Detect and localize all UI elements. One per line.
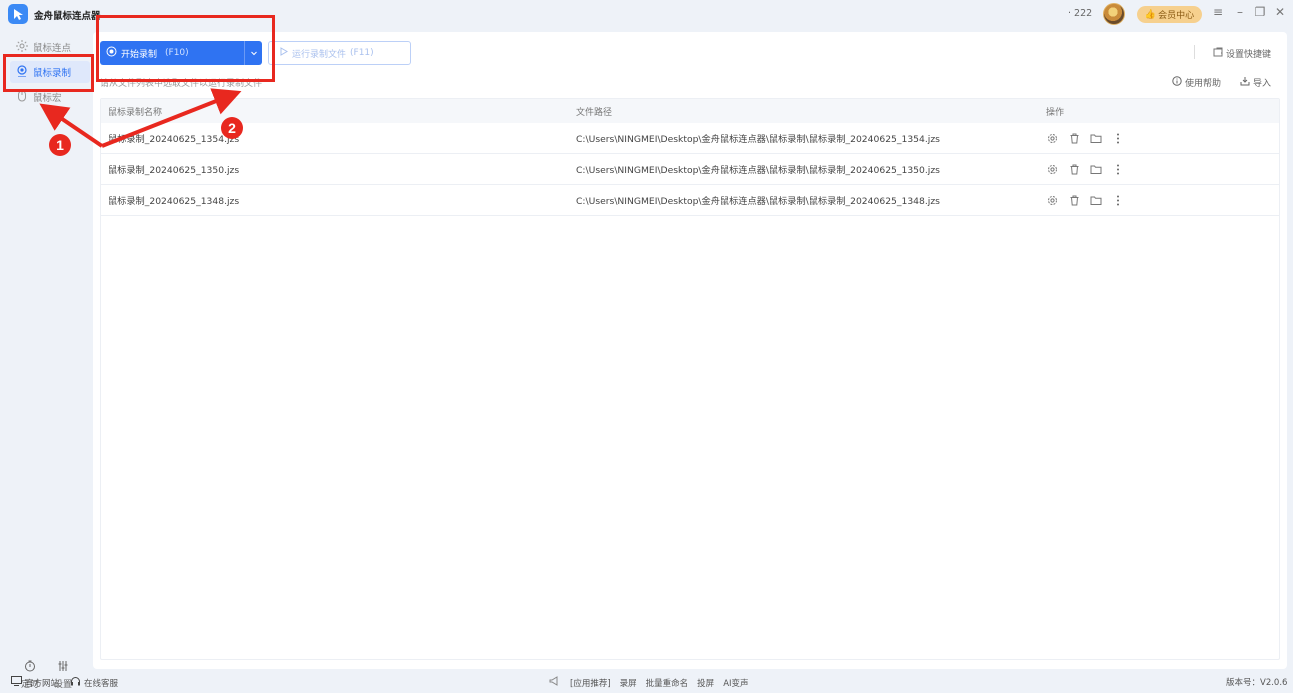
import-label: 导入 xyxy=(1252,79,1271,89)
settings-icon[interactable] xyxy=(1046,132,1058,144)
shortcut-icon xyxy=(1213,47,1223,60)
promo-link-ai-voice[interactable]: AI变声 xyxy=(723,677,748,689)
table-row[interactable]: 鼠标录制_20240625_1348.jzs C:\Users\NINGMEI\… xyxy=(101,185,1279,216)
restore-icon[interactable]: ❐ xyxy=(1252,5,1268,19)
minimize-icon[interactable]: – xyxy=(1232,5,1248,19)
file-name: 鼠标录制_20240625_1354.jzs xyxy=(108,134,240,145)
thumb-icon: 👍 xyxy=(1144,9,1157,20)
trash-icon[interactable] xyxy=(1068,194,1080,206)
set-shortcut-label: 设置快捷键 xyxy=(1225,50,1271,60)
app-title: 金舟鼠标连点器 xyxy=(34,11,101,22)
table-header: 鼠标录制名称 文件路径 操作 xyxy=(101,99,1279,123)
megaphone-icon xyxy=(549,676,561,689)
settings-icon[interactable] xyxy=(1046,194,1058,206)
more-icon[interactable] xyxy=(1112,194,1124,206)
online-service-label: 在线客服 xyxy=(84,679,119,689)
table-row[interactable]: 鼠标录制_20240625_1350.jzs C:\Users\NINGMEI\… xyxy=(101,154,1279,185)
more-icon[interactable] xyxy=(1112,163,1124,175)
promo-label: [应用推荐] xyxy=(570,678,611,689)
row-actions xyxy=(1046,123,1124,153)
folder-icon[interactable] xyxy=(1090,132,1102,144)
points-value: 222 xyxy=(1074,8,1093,19)
file-path: C:\Users\NINGMEI\Desktop\金舟鼠标连点器\鼠标录制\鼠标… xyxy=(576,134,940,145)
settings-icon[interactable] xyxy=(1046,163,1058,175)
divider xyxy=(1194,45,1195,59)
menu-icon[interactable]: ≡ xyxy=(1210,5,1226,19)
run-record-label: 运行录制文件 xyxy=(292,49,347,60)
online-service-link[interactable]: 在线客服 xyxy=(70,676,118,690)
vip-center-button[interactable]: 👍 会员中心 xyxy=(1137,6,1202,23)
click-icon xyxy=(16,39,28,55)
folder-icon[interactable] xyxy=(1090,194,1102,206)
header-path: 文件路径 xyxy=(576,107,613,118)
help-button[interactable]: 使用帮助 xyxy=(1172,76,1221,89)
header-name: 鼠标录制名称 xyxy=(108,107,163,118)
play-icon xyxy=(279,47,288,59)
annotation-badge-1: 1 xyxy=(49,134,71,156)
app-window: 金舟鼠标连点器 · 222 👍 会员中心 ≡ – ❐ ✕ 鼠标连点 鼠标录制 鼠… xyxy=(0,0,1293,693)
header-actions: 操作 xyxy=(1046,107,1065,118)
version-label: 版本号：V2.0.6 xyxy=(1226,678,1288,688)
row-actions xyxy=(1046,154,1124,184)
avatar[interactable] xyxy=(1103,3,1125,25)
file-path: C:\Users\NINGMEI\Desktop\金舟鼠标连点器\鼠标录制\鼠标… xyxy=(576,196,940,207)
official-website-link[interactable]: 官方网站 xyxy=(11,676,59,689)
monitor-icon xyxy=(11,676,22,689)
sidebar-item-label: 鼠标连点 xyxy=(33,43,72,54)
trash-icon[interactable] xyxy=(1068,132,1080,144)
promo-link-screen-record[interactable]: 录屏 xyxy=(620,677,637,689)
points-count: · 222 xyxy=(1068,8,1093,19)
headset-icon xyxy=(70,676,81,690)
trash-icon[interactable] xyxy=(1068,163,1080,175)
main-panel: 开始录制 (F10) 运行录制文件 (F11) 请从文件列表中选取文件以运行录制… xyxy=(93,32,1287,669)
annotation-box-start-button xyxy=(96,15,275,82)
sidebar-item-label: 鼠标宏 xyxy=(33,93,62,104)
import-button[interactable]: 导入 xyxy=(1240,76,1271,89)
annotation-badge-2: 2 xyxy=(221,117,243,139)
sidebar: 鼠标连点 鼠标录制 鼠标宏 定时 设置 xyxy=(0,28,93,690)
close-icon[interactable]: ✕ xyxy=(1272,5,1288,19)
run-record-shortcut: (F11) xyxy=(350,48,374,58)
official-website-label: 官方网站 xyxy=(25,678,60,689)
table-row[interactable]: 鼠标录制_20240625_1354.jzs C:\Users\NINGMEI\… xyxy=(101,123,1279,154)
app-recommend-bar: [应用推荐] 录屏 批量重命名 投屏 AI变声 xyxy=(549,676,749,689)
help-label: 使用帮助 xyxy=(1184,79,1221,89)
vip-label: 会员中心 xyxy=(1158,11,1195,21)
set-shortcut-button[interactable]: 设置快捷键 xyxy=(1213,47,1271,60)
info-icon xyxy=(1172,76,1182,89)
annotation-box-sidebar xyxy=(3,54,94,92)
file-path: C:\Users\NINGMEI\Desktop\金舟鼠标连点器\鼠标录制\鼠标… xyxy=(576,165,940,176)
status-bar: 官方网站 在线客服 [应用推荐] 录屏 批量重命名 投屏 AI变声 版本号：V2… xyxy=(0,670,1293,693)
row-actions xyxy=(1046,185,1124,215)
run-record-file-button[interactable]: 运行录制文件 (F11) xyxy=(268,41,411,65)
import-icon xyxy=(1240,76,1250,89)
promo-link-cast[interactable]: 投屏 xyxy=(697,677,714,689)
app-logo xyxy=(8,4,28,24)
folder-icon[interactable] xyxy=(1090,163,1102,175)
record-file-table: 鼠标录制名称 文件路径 操作 鼠标录制_20240625_1354.jzs C:… xyxy=(100,98,1280,660)
more-icon[interactable] xyxy=(1112,132,1124,144)
file-name: 鼠标录制_20240625_1348.jzs xyxy=(108,196,240,207)
file-name: 鼠标录制_20240625_1350.jzs xyxy=(108,165,240,176)
promo-link-batch-rename[interactable]: 批量重命名 xyxy=(646,677,689,689)
